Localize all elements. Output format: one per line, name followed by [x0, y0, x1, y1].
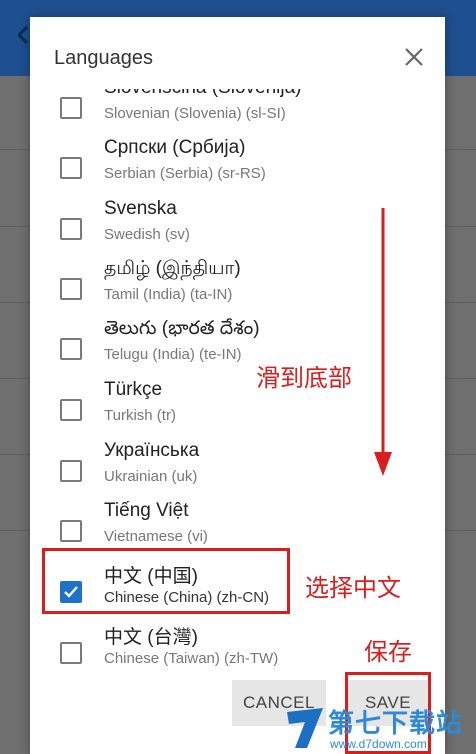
- checkbox[interactable]: [60, 399, 82, 421]
- select-hint-text: 选择中文: [305, 575, 401, 602]
- language-native-name: Svenska: [104, 198, 177, 219]
- language-native-name: Українська: [104, 440, 200, 461]
- scroll-down-arrow-icon: [374, 208, 392, 476]
- checkbox[interactable]: [60, 278, 82, 300]
- back-arrow-icon: [18, 26, 28, 44]
- watermark-title: 第七下载站: [328, 708, 464, 738]
- checkbox[interactable]: [60, 157, 82, 179]
- language-english-name: Ukrainian (uk): [104, 468, 198, 485]
- language-english-name: Vietnamese (vi): [104, 528, 208, 545]
- language-item-sr-RS[interactable]: Српски (Србија) Serbian (Serbia) (sr-RS): [30, 137, 445, 197]
- checkbox[interactable]: [60, 642, 82, 664]
- language-native-name: Türkçe: [104, 379, 163, 400]
- checkbox[interactable]: [60, 520, 82, 542]
- language-english-name: Swedish (sv): [104, 226, 190, 243]
- language-english-name: Turkish (tr): [104, 407, 176, 424]
- language-english-name: Tamil (India) (ta-IN): [104, 286, 233, 303]
- language-native-name: 中文 (台灣): [104, 627, 198, 648]
- close-icon[interactable]: [402, 45, 426, 69]
- language-item-sl-SI[interactable]: Slovenščina (Slovenija) Slovenian (Slove…: [30, 89, 445, 137]
- checkbox[interactable]: [60, 218, 82, 240]
- checkbox[interactable]: [60, 460, 82, 482]
- scroll-hint-text: 滑到底部: [256, 365, 352, 392]
- watermark-url: www.d7down.com: [330, 737, 427, 751]
- checkbox[interactable]: [60, 97, 82, 119]
- language-english-name: Telugu (India) (te-IN): [104, 346, 242, 363]
- language-native-name: தமிழ் (இந்தியா): [104, 258, 241, 279]
- language-native-name: Tiếng Việt: [104, 500, 189, 521]
- save-hint-text: 保存: [364, 639, 412, 666]
- language-native-name: తెలుగు (భారత దేశం): [104, 318, 260, 339]
- language-english-name: Serbian (Serbia) (sr-RS): [104, 165, 266, 182]
- language-native-name: Slovenščina (Slovenija): [104, 89, 302, 99]
- language-english-name: Slovenian (Slovenia) (sl-SI): [104, 105, 286, 122]
- dialog-title: Languages: [54, 47, 153, 69]
- highlight-zh-CN: [42, 548, 290, 614]
- checkbox[interactable]: [60, 338, 82, 360]
- language-native-name: Српски (Србија): [104, 137, 246, 158]
- language-english-name: Chinese (Taiwan) (zh-TW): [104, 650, 279, 667]
